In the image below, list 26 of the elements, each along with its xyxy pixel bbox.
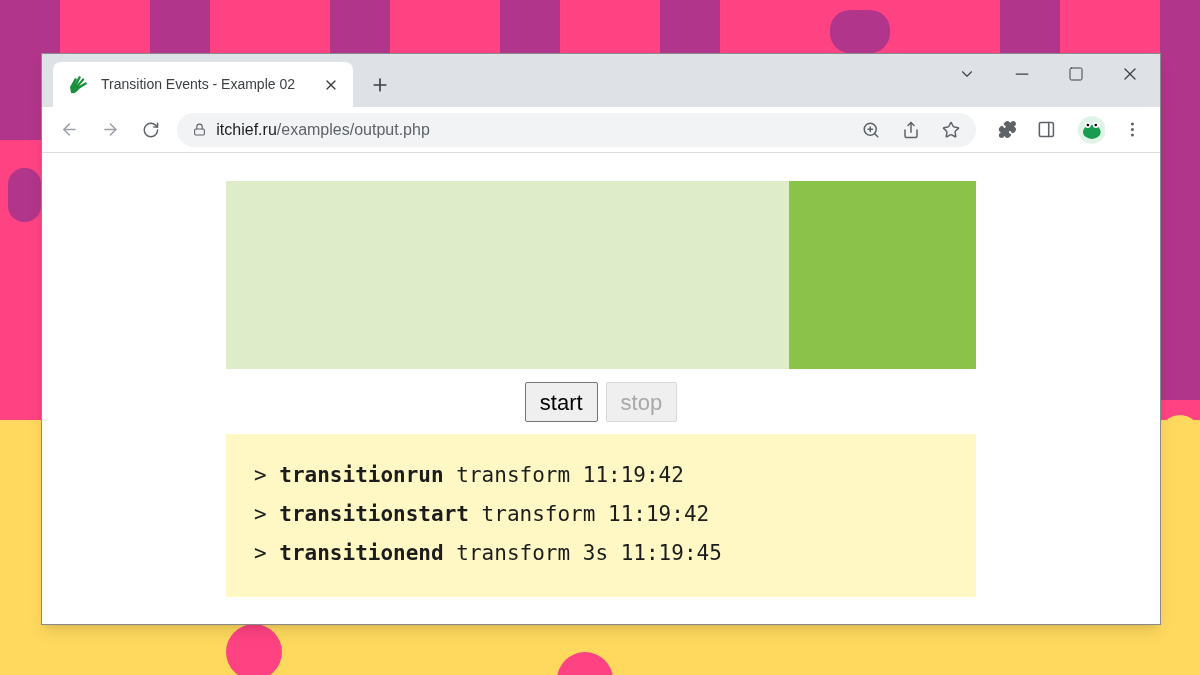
share-icon[interactable] [902,120,920,139]
star-icon[interactable] [942,120,960,139]
address-bar[interactable]: itchief.ru/examples/output.php [177,112,976,147]
background-stripe [330,0,390,53]
hand-icon [67,74,89,95]
background-stripe [500,0,560,53]
zoom-icon[interactable] [862,120,880,139]
background-blob [8,168,41,222]
log-line: > transitionstart transform 11:19:42 [254,501,711,528]
back-icon[interactable] [60,120,79,139]
background-stripe [660,0,720,53]
maximize-icon[interactable] [1068,66,1084,82]
background-stripe [1000,0,1060,53]
tab-title: Transition Events - Example 02 [101,75,296,94]
browser-tab[interactable]: Transition Events - Example 02 [53,62,353,107]
log-line: > transitionrun transform 11:19:42 [254,462,685,489]
extensions-icon[interactable] [998,120,1017,139]
avatar-icon[interactable] [1077,115,1106,144]
side-panel-icon[interactable] [1036,120,1056,139]
lock-icon [193,123,207,136]
url-text: itchief.ru/examples/output.php [216,119,431,140]
action-button[interactable]: start [524,382,598,422]
background-blob [830,10,890,53]
log-line: > transitionend transform 3s 11:19:45 [254,540,723,567]
background-stripe [150,0,210,53]
reload-icon[interactable] [141,120,160,139]
